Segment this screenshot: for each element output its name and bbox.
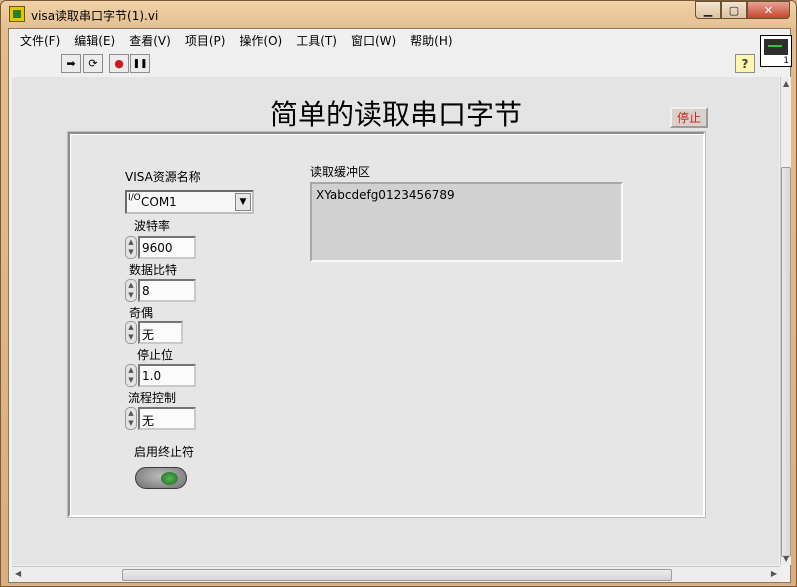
- app-window: visa读取串口字节(1).vi ▁ ▢ ✕ 文件(F) 编辑(E) 查看(V)…: [0, 0, 797, 587]
- toolbar: ➡ ⟳ ● ❚❚: [9, 51, 759, 75]
- io-icon: I/O: [128, 193, 141, 203]
- scroll-up-icon[interactable]: ▲: [783, 79, 789, 88]
- minimize-button[interactable]: ▁: [695, 1, 721, 19]
- labview-vi-icon: [9, 6, 25, 22]
- led-indicator-icon: [161, 472, 178, 485]
- window-controls: ▁ ▢ ✕: [695, 1, 790, 20]
- flow-control-stepper[interactable]: ▲ ▼: [125, 407, 137, 430]
- baud-rate-control: ▲ ▼ 9600: [125, 236, 197, 259]
- menu-operate[interactable]: 操作(O): [232, 32, 289, 49]
- vertical-scroll-thumb[interactable]: [781, 167, 791, 557]
- client-area: 文件(F) 编辑(E) 查看(V) 项目(P) 操作(O) 工具(T) 窗口(W…: [8, 28, 792, 583]
- vi-icon-number: 1: [783, 56, 789, 66]
- menu-project[interactable]: 项目(P): [178, 32, 233, 49]
- scroll-down-icon[interactable]: ▼: [783, 554, 789, 563]
- stop-button[interactable]: 停止: [670, 107, 708, 128]
- enable-termination-label: 启用终止符: [134, 445, 195, 459]
- stop-bits-stepper[interactable]: ▲ ▼: [125, 364, 137, 387]
- menu-bar: 文件(F) 编辑(E) 查看(V) 项目(P) 操作(O) 工具(T) 窗口(W…: [9, 29, 759, 51]
- run-continuously-icon[interactable]: ⟳: [83, 54, 103, 73]
- menu-view[interactable]: 查看(V): [122, 32, 178, 49]
- parity-input[interactable]: 无: [138, 321, 183, 344]
- parity-label: 奇偶: [129, 306, 154, 320]
- vi-connector-icon[interactable]: 1: [760, 35, 792, 67]
- baud-rate-label: 波特率: [134, 219, 171, 233]
- stop-bits-label: 停止位: [137, 348, 174, 362]
- front-panel: 简单的读取串口字节 停止 VISA资源名称 I/O COM1 ▼ 波特率 ▲ ▼ …: [12, 77, 779, 565]
- flow-control-control: ▲ ▼ 无: [125, 407, 197, 430]
- vertical-scrollbar[interactable]: ▲ ▼: [780, 77, 791, 565]
- visa-resource-value: COM1: [141, 195, 177, 209]
- menu-file[interactable]: 文件(F): [13, 32, 67, 49]
- window-title: visa读取串口字节(1).vi: [31, 9, 159, 23]
- data-bits-label: 数据比特: [129, 263, 178, 277]
- visa-resource-label: VISA资源名称: [125, 170, 201, 184]
- chevron-down-icon[interactable]: ▼: [235, 193, 251, 211]
- data-bits-input[interactable]: 8: [138, 279, 196, 302]
- parity-stepper[interactable]: ▲ ▼: [125, 321, 137, 344]
- menu-window[interactable]: 窗口(W): [344, 32, 403, 49]
- menu-edit[interactable]: 编辑(E): [67, 32, 122, 49]
- data-bits-stepper[interactable]: ▲ ▼: [125, 279, 137, 302]
- data-bits-control: ▲ ▼ 8: [125, 279, 197, 302]
- scroll-right-icon[interactable]: ▶: [771, 569, 777, 578]
- stop-bits-input[interactable]: 1.0: [138, 364, 196, 387]
- menu-tools[interactable]: 工具(T): [289, 32, 344, 49]
- maximize-button[interactable]: ▢: [721, 1, 747, 19]
- pause-icon[interactable]: ❚❚: [130, 54, 150, 73]
- flow-control-label: 流程控制: [128, 391, 177, 405]
- read-buffer-label: 读取缓冲区: [310, 165, 371, 179]
- enable-termination-toggle[interactable]: [135, 467, 187, 489]
- stop-bits-control: ▲ ▼ 1.0: [125, 364, 197, 387]
- abort-icon[interactable]: ●: [109, 54, 129, 73]
- horizontal-scrollbar[interactable]: ◀ ▶: [12, 566, 780, 582]
- scroll-left-icon[interactable]: ◀: [15, 569, 21, 578]
- context-help-icon[interactable]: ?: [735, 54, 755, 73]
- baud-rate-stepper[interactable]: ▲ ▼: [125, 236, 137, 259]
- visa-resource-select[interactable]: I/O COM1 ▼: [125, 190, 254, 214]
- run-icon[interactable]: ➡: [61, 54, 81, 73]
- flow-control-input[interactable]: 无: [138, 407, 196, 430]
- read-buffer-indicator[interactable]: XYabcdefg0123456789: [310, 182, 623, 262]
- vi-icon-graphic: [764, 39, 788, 55]
- horizontal-scroll-thumb[interactable]: [122, 569, 672, 581]
- menu-help[interactable]: 帮助(H): [403, 32, 459, 49]
- page-title: 简单的读取串口字节: [270, 98, 523, 131]
- read-buffer-value: XYabcdefg0123456789: [316, 188, 455, 202]
- close-button[interactable]: ✕: [747, 1, 790, 19]
- title-bar[interactable]: visa读取串口字节(1).vi ▁ ▢ ✕: [1, 1, 796, 28]
- parity-control: ▲ ▼ 无: [125, 321, 197, 344]
- baud-rate-input[interactable]: 9600: [138, 236, 196, 259]
